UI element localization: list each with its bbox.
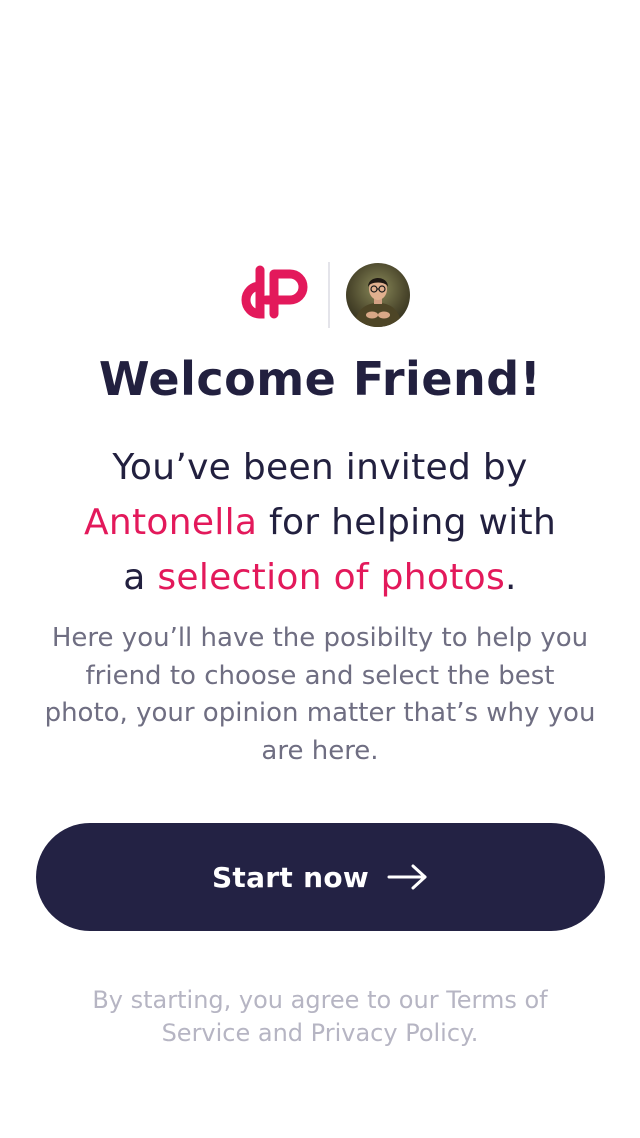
- inviter-name: Antonella: [83, 502, 258, 543]
- selection-highlight: selection of photos: [157, 557, 506, 598]
- brand-divider: [328, 262, 330, 328]
- legal-notice: By starting, you agree to our Terms of S…: [92, 986, 548, 1047]
- start-now-label: Start now: [211, 860, 370, 894]
- start-now-button[interactable]: Start now: [36, 823, 605, 931]
- brand-header: [0, 262, 640, 328]
- description-text: Here you’ll have the posibilty to help y…: [44, 623, 596, 766]
- invite-line1: You’ve been invited by: [112, 447, 528, 488]
- arrow-right-icon: [387, 863, 429, 891]
- welcome-screen: Welcome Friend! You’ve been invited by A…: [0, 0, 640, 1138]
- invite-line3-prefix: a: [123, 557, 158, 598]
- inviter-avatar: [346, 263, 410, 327]
- invite-line2: for helping with: [257, 502, 557, 543]
- invite-message: You’ve been invited by Antonella for hel…: [20, 440, 620, 605]
- dp-logo-icon: [230, 262, 314, 328]
- invite-line3-suffix: .: [505, 557, 517, 598]
- welcome-title: Welcome Friend!: [98, 352, 542, 406]
